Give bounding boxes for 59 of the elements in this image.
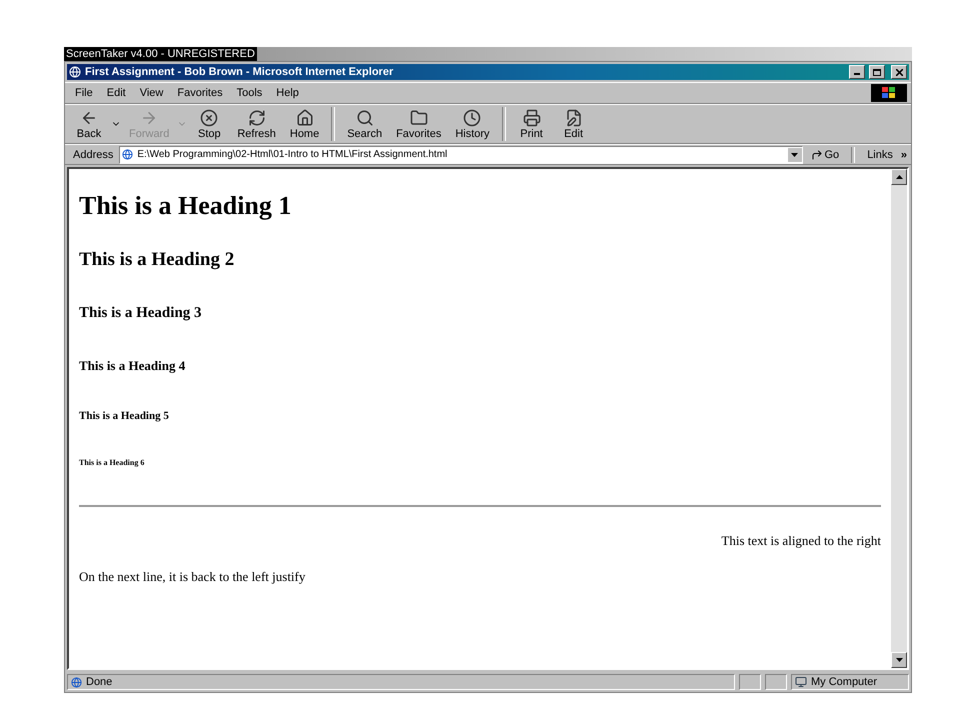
page-icon bbox=[71, 676, 82, 688]
menu-item[interactable]: Tools bbox=[230, 84, 268, 102]
links-button[interactable]: Links bbox=[861, 148, 899, 160]
menu-item[interactable]: View bbox=[134, 84, 170, 102]
printer-icon bbox=[522, 108, 541, 126]
edit-button[interactable]: Edit bbox=[554, 106, 594, 142]
favorites-button[interactable]: Favorites bbox=[390, 106, 448, 142]
stop-button[interactable]: Stop bbox=[189, 106, 230, 142]
paragraph: On the next line, it is back to the left justify bbox=[79, 569, 306, 585]
edit-icon bbox=[564, 108, 583, 126]
down-arrow-icon bbox=[896, 658, 902, 662]
history-button[interactable]: History bbox=[449, 106, 496, 142]
refresh-icon bbox=[248, 108, 266, 126]
address-label: Address bbox=[72, 148, 114, 160]
home-button[interactable]: Home bbox=[284, 106, 326, 142]
refresh-button[interactable]: Refresh bbox=[231, 106, 282, 142]
paragraph: This text is aligned to the right bbox=[720, 533, 881, 549]
address-field[interactable]: E:\Web Programming\02-Html\01-Intro to HTML\First Assignment.html bbox=[119, 146, 802, 164]
up-arrow-icon bbox=[896, 175, 902, 179]
more-links-button[interactable]: » bbox=[900, 148, 907, 160]
folder-icon bbox=[410, 108, 428, 126]
menu-item[interactable]: Help bbox=[270, 84, 305, 102]
zone-text: My Computer bbox=[811, 676, 878, 688]
menu-item[interactable]: Edit bbox=[100, 84, 132, 102]
print-button[interactable]: Print bbox=[512, 106, 552, 142]
stop-icon bbox=[200, 108, 218, 126]
search-button[interactable]: Search bbox=[341, 106, 388, 142]
close-icon bbox=[896, 68, 902, 76]
minimize-button[interactable] bbox=[849, 65, 865, 79]
home-icon bbox=[296, 108, 314, 126]
scrollbar[interactable] bbox=[891, 169, 907, 668]
back-button[interactable]: Back bbox=[69, 106, 109, 142]
status-panel bbox=[739, 674, 761, 690]
scroll-up-button[interactable] bbox=[891, 169, 907, 185]
heading: This is a Heading 5 bbox=[79, 410, 170, 422]
heading: This is a Heading 4 bbox=[79, 358, 186, 374]
computer-icon bbox=[795, 676, 807, 688]
banner-text: ScreenTaker v4.00 - UNREGISTERED bbox=[64, 47, 257, 61]
search-icon bbox=[356, 108, 374, 126]
menu-item[interactable]: File bbox=[69, 84, 99, 102]
heading: This is a Heading 6 bbox=[79, 458, 146, 467]
maximize-icon bbox=[873, 68, 881, 76]
heading: This is a Heading 2 bbox=[79, 249, 236, 271]
menu-item[interactable]: Favorites bbox=[171, 84, 229, 102]
clock-icon bbox=[463, 108, 482, 126]
logo-icon bbox=[871, 84, 907, 102]
page-icon bbox=[122, 149, 134, 160]
browser-icon bbox=[69, 66, 81, 78]
status-text: Done bbox=[86, 676, 112, 688]
status-panel bbox=[765, 674, 787, 690]
maximize-button[interactable] bbox=[869, 65, 885, 79]
go-button[interactable]: Go bbox=[804, 148, 846, 160]
close-button[interactable] bbox=[891, 65, 907, 79]
window-title: First Assignment - Bob Brown - Microsoft Internet Explorer bbox=[85, 66, 394, 78]
dropdown-caret-icon[interactable] bbox=[788, 148, 802, 162]
scroll-down-button[interactable] bbox=[891, 652, 907, 668]
heading: This is a Heading 3 bbox=[79, 305, 203, 322]
heading: This is a Heading 1 bbox=[79, 191, 292, 221]
go-arrow-icon bbox=[810, 148, 822, 160]
